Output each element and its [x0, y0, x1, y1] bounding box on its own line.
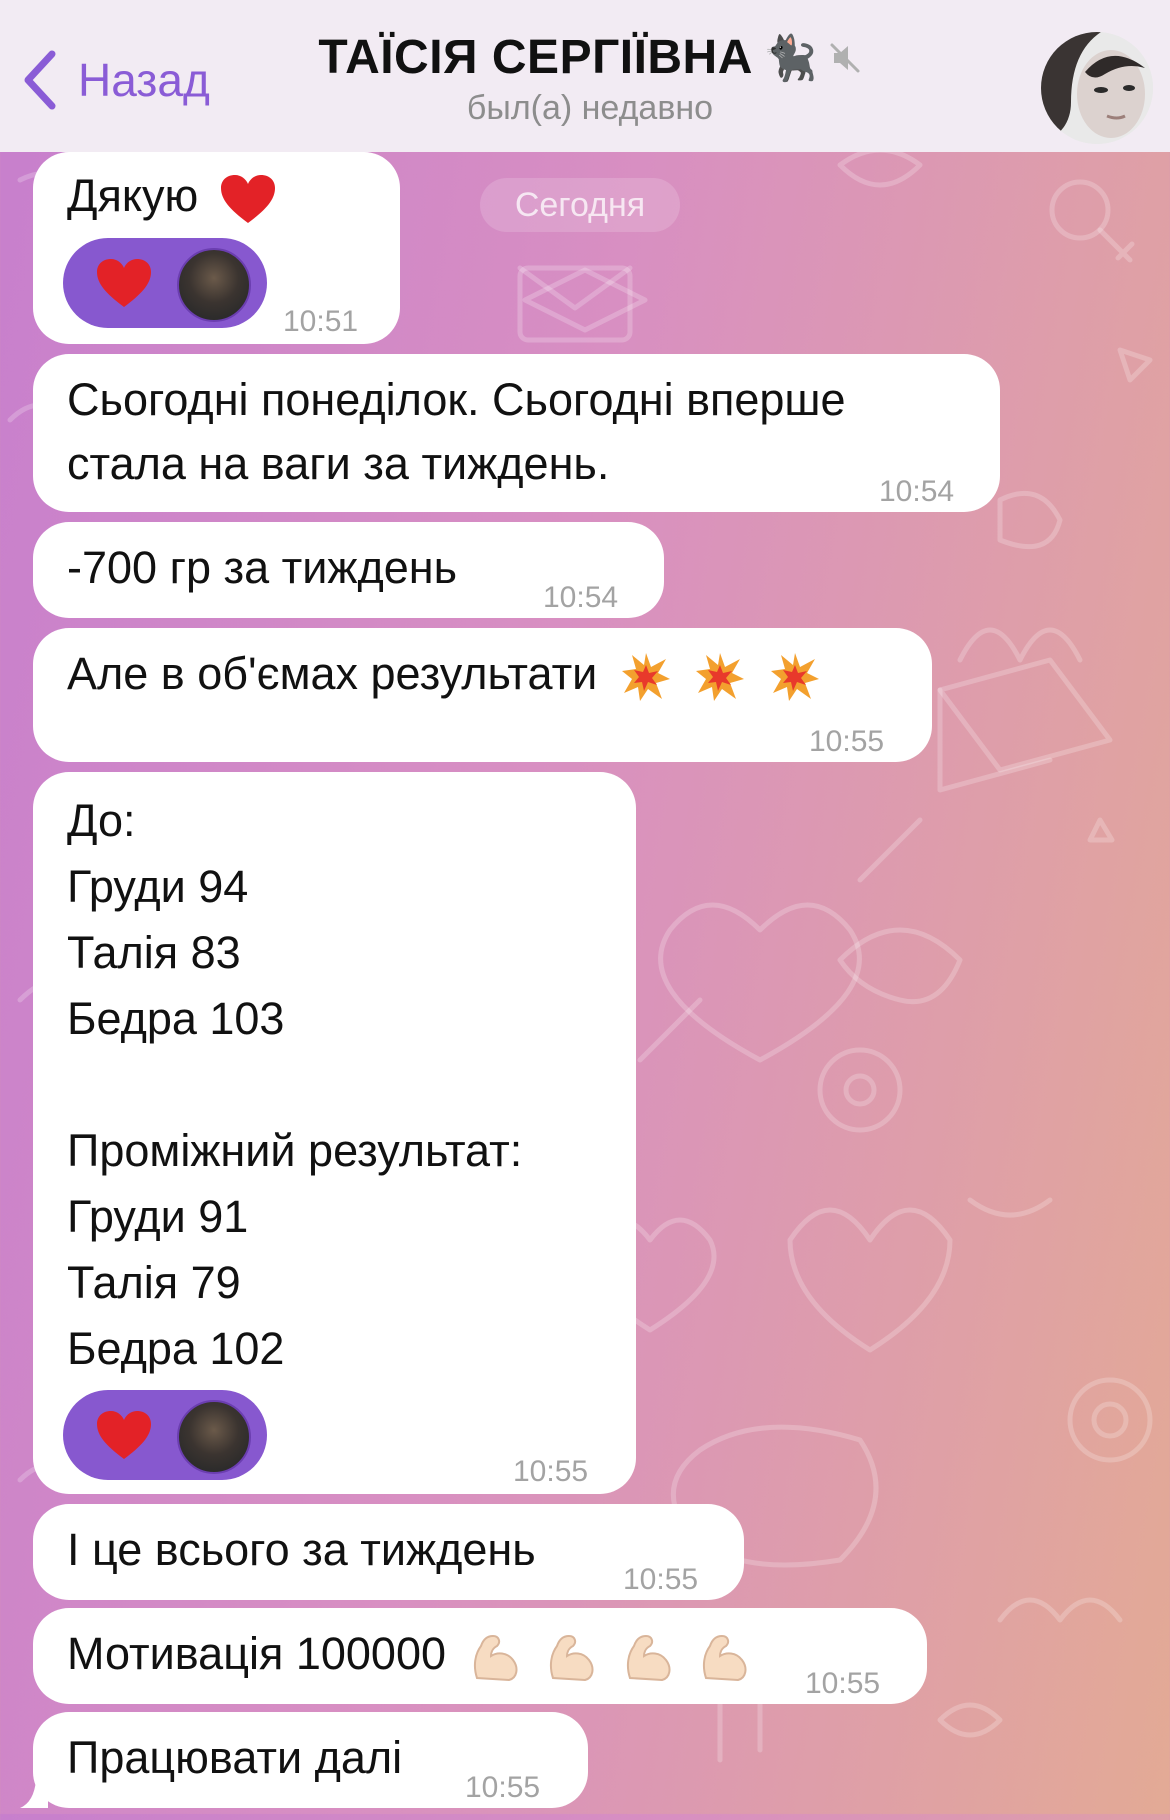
message-text: Працювати далі — [67, 1732, 403, 1783]
heart-icon — [97, 1411, 151, 1459]
collision-emoji — [621, 653, 670, 702]
reaction-badge[interactable] — [63, 1390, 267, 1480]
message-text: Сьогодні понеділок. Сьогодні вперше стал… — [67, 374, 846, 489]
flexed-biceps-emoji — [703, 1635, 747, 1682]
flexed-biceps-emoji — [549, 1635, 594, 1682]
message-text: -700 гр за тиждень — [67, 542, 458, 593]
message-text: Дякую — [67, 170, 199, 221]
message-text: Мотивація 100000 — [67, 1628, 447, 1679]
message-time: 10:54 — [543, 581, 619, 614]
message-bubble[interactable]: -700 гр за тиждень 10:54 — [33, 522, 664, 618]
avatar[interactable] — [1041, 32, 1153, 144]
back-button[interactable]: Назад — [20, 48, 210, 112]
chat-title-area[interactable]: ТАЇСІЯ СЕРГІЇВНА 🐈‍⬛ был(а) недавно — [290, 30, 890, 128]
message-time: 10:54 — [879, 475, 955, 508]
message-time: 10:55 — [623, 1563, 699, 1596]
message-bubble[interactable]: Дякую 10:51 — [33, 152, 400, 344]
message-time: 10:55 — [809, 725, 885, 758]
page-title: ТАЇСІЯ СЕРГІЇВНА — [318, 31, 753, 84]
last-seen-status: был(а) недавно — [466, 89, 714, 127]
message-bubble[interactable]: Працювати далі 10:55 — [33, 1712, 588, 1808]
mute-icon — [830, 43, 860, 72]
red-heart-emoji — [220, 175, 275, 224]
message-time: 10:55 — [465, 1771, 541, 1804]
message-bubble[interactable]: Мотивація 100000 10:55 — [33, 1608, 927, 1704]
date-separator: Сегодня — [480, 178, 680, 232]
message-time: 10:55 — [513, 1455, 589, 1488]
bubble-tail — [20, 1780, 48, 1808]
collision-emoji — [696, 653, 745, 702]
reactor-avatar — [177, 248, 251, 322]
chevron-left-icon — [24, 50, 56, 110]
message-text: І це всього за тиждень — [67, 1524, 536, 1575]
reaction-badge[interactable] — [63, 238, 267, 328]
reactor-avatar — [177, 1400, 251, 1474]
flexed-biceps-emoji — [626, 1635, 671, 1682]
message-text: Але в об'ємах результати — [67, 648, 598, 699]
message-bubble[interactable]: До: Груди 94 Талія 83 Бедра 103 Проміжни… — [33, 772, 636, 1494]
message-time: 10:51 — [283, 305, 359, 338]
back-label: Назад — [78, 54, 210, 106]
message-text: До: Груди 94 Талія 83 Бедра 103 Проміжни… — [67, 795, 523, 1374]
message-bubble[interactable]: І це всього за тиждень 10:55 — [33, 1504, 744, 1600]
message-bubble[interactable]: Але в об'ємах результати 10:55 — [33, 628, 932, 762]
message-bubble[interactable]: Сьогодні понеділок. Сьогодні вперше стал… — [33, 354, 1000, 512]
flexed-biceps-emoji — [473, 1635, 518, 1682]
chat-header: Назад ТАЇСІЯ СЕРГІЇВНА 🐈‍⬛ был(а) недавн… — [0, 0, 1170, 152]
heart-icon — [97, 259, 151, 307]
black-cat-emoji: 🐈‍⬛ — [762, 33, 818, 83]
message-time: 10:55 — [805, 1667, 881, 1700]
collision-emoji — [770, 653, 819, 702]
avatar-photo-icon — [1041, 32, 1153, 144]
